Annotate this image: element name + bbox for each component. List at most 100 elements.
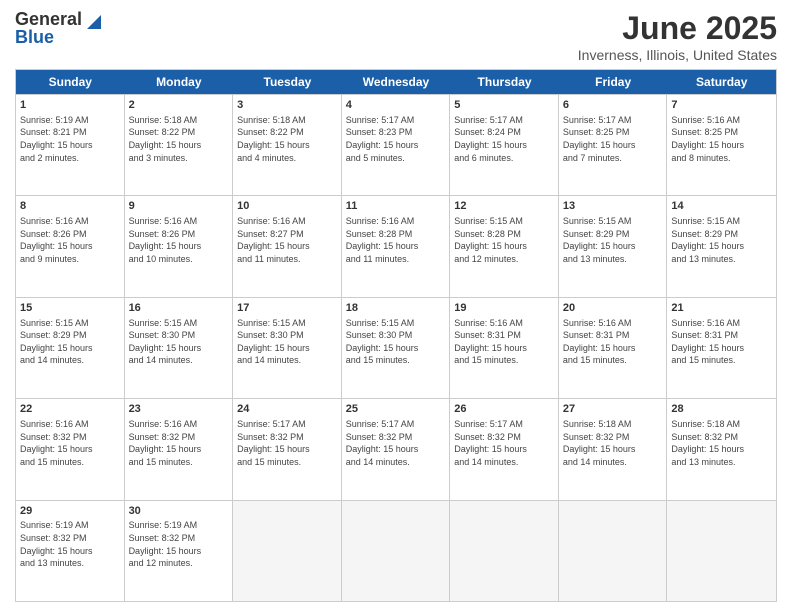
day-info: Sunrise: 5:15 AMSunset: 8:30 PMDaylight:… [237,317,337,367]
day-number: 24 [237,402,337,417]
title-block: June 2025 Inverness, Illinois, United St… [578,10,777,63]
calendar-cell: 25Sunrise: 5:17 AMSunset: 8:32 PMDayligh… [342,399,451,499]
calendar-cell: 14Sunrise: 5:15 AMSunset: 8:29 PMDayligh… [667,196,776,296]
calendar-cell: 27Sunrise: 5:18 AMSunset: 8:32 PMDayligh… [559,399,668,499]
calendar-cell: 4Sunrise: 5:17 AMSunset: 8:23 PMDaylight… [342,95,451,195]
day-info: Sunrise: 5:19 AMSunset: 8:32 PMDaylight:… [20,519,120,569]
day-info: Sunrise: 5:19 AMSunset: 8:32 PMDaylight:… [129,519,229,569]
day-info: Sunrise: 5:17 AMSunset: 8:32 PMDaylight:… [454,418,554,468]
header: General Blue June 2025 Inverness, Illino… [15,10,777,63]
day-info: Sunrise: 5:15 AMSunset: 8:30 PMDaylight:… [129,317,229,367]
day-number: 14 [671,199,772,214]
calendar-cell: 21Sunrise: 5:16 AMSunset: 8:31 PMDayligh… [667,298,776,398]
calendar-cell: 18Sunrise: 5:15 AMSunset: 8:30 PMDayligh… [342,298,451,398]
calendar-row-3: 15Sunrise: 5:15 AMSunset: 8:29 PMDayligh… [16,297,776,398]
calendar-cell: 16Sunrise: 5:15 AMSunset: 8:30 PMDayligh… [125,298,234,398]
day-number: 22 [20,402,120,417]
day-number: 16 [129,301,229,316]
day-info: Sunrise: 5:16 AMSunset: 8:28 PMDaylight:… [346,215,446,265]
day-number: 12 [454,199,554,214]
calendar-row-1: 1Sunrise: 5:19 AMSunset: 8:21 PMDaylight… [16,94,776,195]
calendar: SundayMondayTuesdayWednesdayThursdayFrid… [15,69,777,602]
calendar-cell: 19Sunrise: 5:16 AMSunset: 8:31 PMDayligh… [450,298,559,398]
day-number: 25 [346,402,446,417]
day-info: Sunrise: 5:17 AMSunset: 8:23 PMDaylight:… [346,114,446,164]
calendar-cell [667,501,776,601]
day-info: Sunrise: 5:16 AMSunset: 8:26 PMDaylight:… [20,215,120,265]
header-day-monday: Monday [125,70,234,94]
calendar-cell: 7Sunrise: 5:16 AMSunset: 8:25 PMDaylight… [667,95,776,195]
day-info: Sunrise: 5:18 AMSunset: 8:32 PMDaylight:… [671,418,772,468]
day-number: 23 [129,402,229,417]
calendar-row-5: 29Sunrise: 5:19 AMSunset: 8:32 PMDayligh… [16,500,776,601]
calendar-cell: 26Sunrise: 5:17 AMSunset: 8:32 PMDayligh… [450,399,559,499]
day-number: 11 [346,199,446,214]
logo-blue: Blue [15,28,101,48]
day-info: Sunrise: 5:17 AMSunset: 8:25 PMDaylight:… [563,114,663,164]
calendar-cell: 12Sunrise: 5:15 AMSunset: 8:28 PMDayligh… [450,196,559,296]
calendar-cell: 10Sunrise: 5:16 AMSunset: 8:27 PMDayligh… [233,196,342,296]
calendar-cell: 8Sunrise: 5:16 AMSunset: 8:26 PMDaylight… [16,196,125,296]
day-info: Sunrise: 5:15 AMSunset: 8:29 PMDaylight:… [20,317,120,367]
day-number: 6 [563,98,663,113]
calendar-header: SundayMondayTuesdayWednesdayThursdayFrid… [16,70,776,94]
day-info: Sunrise: 5:16 AMSunset: 8:31 PMDaylight:… [671,317,772,367]
day-number: 5 [454,98,554,113]
day-info: Sunrise: 5:18 AMSunset: 8:22 PMDaylight:… [237,114,337,164]
calendar-cell: 3Sunrise: 5:18 AMSunset: 8:22 PMDaylight… [233,95,342,195]
calendar-body: 1Sunrise: 5:19 AMSunset: 8:21 PMDaylight… [16,94,776,601]
day-info: Sunrise: 5:19 AMSunset: 8:21 PMDaylight:… [20,114,120,164]
header-day-thursday: Thursday [450,70,559,94]
day-number: 3 [237,98,337,113]
day-info: Sunrise: 5:15 AMSunset: 8:29 PMDaylight:… [671,215,772,265]
header-day-tuesday: Tuesday [233,70,342,94]
calendar-cell: 28Sunrise: 5:18 AMSunset: 8:32 PMDayligh… [667,399,776,499]
day-number: 26 [454,402,554,417]
calendar-row-4: 22 Sunrise: 5:16 AMSunset: 8:32 PMDayligh… [16,398,776,499]
header-day-friday: Friday [559,70,668,94]
header-day-wednesday: Wednesday [342,70,451,94]
day-info: Sunrise: 5:16 AMSunset: 8:25 PMDaylight:… [671,114,772,164]
day-info: Sunrise: 5:16 AMSunset: 8:32 PMDaylight:… [129,418,229,468]
calendar-cell: 30Sunrise: 5:19 AMSunset: 8:32 PMDayligh… [125,501,234,601]
calendar-cell: 5Sunrise: 5:17 AMSunset: 8:24 PMDaylight… [450,95,559,195]
day-number: 19 [454,301,554,316]
calendar-cell: 6Sunrise: 5:17 AMSunset: 8:25 PMDaylight… [559,95,668,195]
calendar-cell: 29Sunrise: 5:19 AMSunset: 8:32 PMDayligh… [16,501,125,601]
main-title: June 2025 [578,10,777,47]
calendar-cell [450,501,559,601]
subtitle: Inverness, Illinois, United States [578,47,777,63]
day-info: Sunrise: 5:18 AMSunset: 8:22 PMDaylight:… [129,114,229,164]
calendar-cell: 22Sunrise: 5:16 AMSunset: 8:32 PMDayligh… [16,399,125,499]
calendar-cell: 1Sunrise: 5:19 AMSunset: 8:21 PMDaylight… [16,95,125,195]
header-day-sunday: Sunday [16,70,125,94]
day-info: Sunrise: 5:15 AMSunset: 8:29 PMDaylight:… [563,215,663,265]
calendar-cell: 9Sunrise: 5:16 AMSunset: 8:26 PMDaylight… [125,196,234,296]
day-number: 17 [237,301,337,316]
day-info: Sunrise: 5:15 AMSunset: 8:30 PMDaylight:… [346,317,446,367]
day-number: 21 [671,301,772,316]
calendar-cell: 23Sunrise: 5:16 AMSunset: 8:32 PMDayligh… [125,399,234,499]
page: General Blue June 2025 Inverness, Illino… [0,0,792,612]
logo-arrow-icon [83,11,101,29]
calendar-cell: 17Sunrise: 5:15 AMSunset: 8:30 PMDayligh… [233,298,342,398]
day-number: 9 [129,199,229,214]
day-number: 4 [346,98,446,113]
calendar-cell: 20Sunrise: 5:16 AMSunset: 8:31 PMDayligh… [559,298,668,398]
day-number: 7 [671,98,772,113]
calendar-cell: 11Sunrise: 5:16 AMSunset: 8:28 PMDayligh… [342,196,451,296]
day-info: Sunrise: 5:16 AMSunset: 8:31 PMDaylight:… [563,317,663,367]
day-number: 20 [563,301,663,316]
day-number: 27 [563,402,663,417]
calendar-cell [233,501,342,601]
logo: General Blue [15,10,101,48]
day-info: Sunrise: 5:16 AMSunset: 8:26 PMDaylight:… [129,215,229,265]
day-number: 10 [237,199,337,214]
day-info: Sunrise: 5:17 AMSunset: 8:24 PMDaylight:… [454,114,554,164]
day-info: Sunrise: 5:17 AMSunset: 8:32 PMDaylight:… [237,418,337,468]
calendar-row-2: 8Sunrise: 5:16 AMSunset: 8:26 PMDaylight… [16,195,776,296]
day-info: Sunrise: 5:17 AMSunset: 8:32 PMDaylight:… [346,418,446,468]
calendar-cell [342,501,451,601]
day-number: 2 [129,98,229,113]
day-number: 15 [20,301,120,316]
